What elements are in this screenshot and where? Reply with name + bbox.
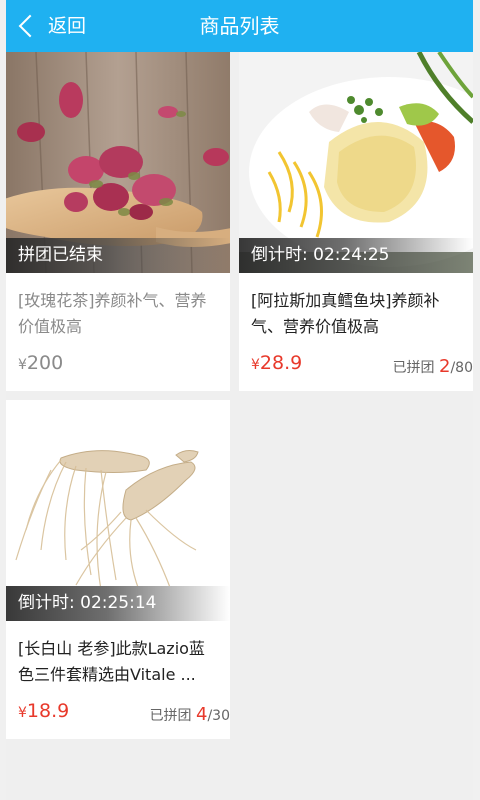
product-price: ¥200 — [18, 350, 63, 378]
product-name: [玫瑰花茶]养颜补气、营养价值极高 — [18, 291, 207, 336]
countdown-overlay: 倒计时: 02:25:14 — [6, 586, 230, 621]
price-value: 18.9 — [26, 700, 70, 722]
joined-count: 4 — [196, 704, 208, 725]
page-title: 商品列表 — [199, 14, 280, 38]
price-value: 200 — [26, 352, 64, 374]
group-joined-count: 已拼团 4/30 — [150, 702, 230, 729]
currency-symbol: ¥ — [18, 705, 27, 721]
product-name: [阿拉斯加真鳕鱼块]养颜补气、营养价值极高 — [251, 291, 440, 336]
product-name: [长白山 老参]此款Lazio蓝色三件套精选由Vitale ... — [18, 639, 205, 684]
product-card-cod-fish[interactable]: 倒计时: 02:24:25 [阿拉斯加真鳕鱼块]养颜补气、营养价值极高 ¥28.… — [239, 52, 473, 391]
joined-total: /80 — [450, 360, 473, 376]
header-bar: 返回 商品列表 — [6, 0, 473, 52]
product-price: ¥28.9 — [251, 350, 302, 378]
product-card-rose-tea[interactable]: 拼团已结束 [玫瑰花茶]养颜补气、营养价值极高 ¥200 — [6, 52, 230, 391]
joined-count: 2 — [439, 356, 451, 377]
joined-label: 已拼团 — [392, 360, 440, 376]
currency-symbol: ¥ — [18, 357, 27, 373]
group-joined-count: 已拼团 2/80 — [393, 354, 473, 381]
product-card-ginseng[interactable]: 倒计时: 02:25:14 [长白山 老参]此款Lazio蓝色三件套精选由Vit… — [6, 400, 230, 739]
joined-label: 已拼团 — [149, 708, 197, 724]
joined-total: /30 — [207, 708, 230, 724]
currency-symbol: ¥ — [251, 357, 260, 373]
price-value: 28.9 — [259, 352, 303, 374]
product-price: ¥18.9 — [18, 698, 69, 726]
status-overlay: 拼团已结束 — [6, 238, 230, 273]
countdown-overlay: 倒计时: 02:24:25 — [239, 238, 473, 273]
